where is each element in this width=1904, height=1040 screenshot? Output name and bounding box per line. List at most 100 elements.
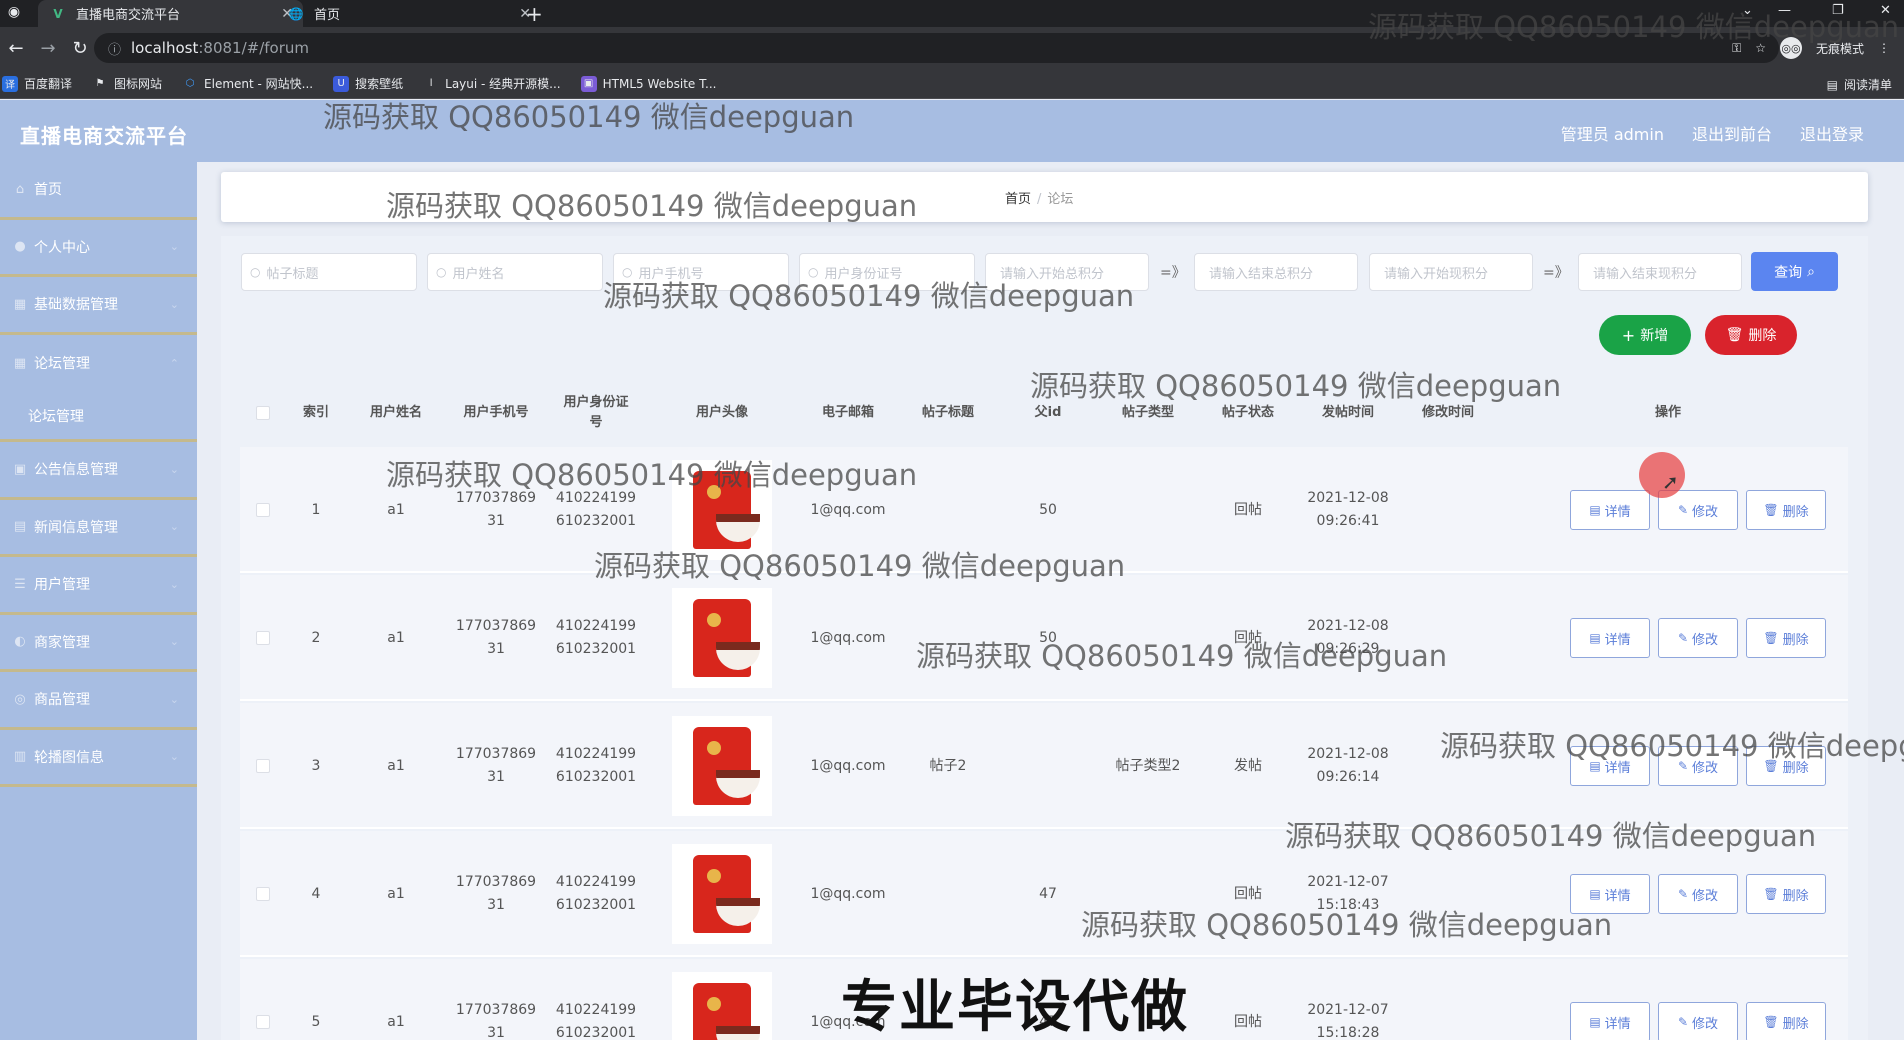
new-tab-icon[interactable]: + <box>526 2 543 26</box>
row-checkbox[interactable] <box>256 1015 270 1029</box>
tab-search-icon[interactable]: ⌄ <box>1742 3 1753 18</box>
cell-post-type <box>1098 831 1198 957</box>
more-menu-icon[interactable]: ⋮ <box>1878 41 1890 55</box>
add-button[interactable]: + 新增 <box>1599 315 1691 355</box>
row-checkbox[interactable] <box>256 631 270 645</box>
detail-button[interactable]: ▤ 详情 <box>1570 618 1650 658</box>
sidebar-item-goods[interactable]: ◎ 商品管理 ⌄ <box>0 672 197 730</box>
total-points-end-input[interactable]: 请输入结束总积分 <box>1194 253 1358 291</box>
back-to-front-link[interactable]: 退出到前台 <box>1692 121 1772 145</box>
time-line: 09:26:41 <box>1316 513 1380 529</box>
restore-icon[interactable]: ❐ <box>1832 3 1844 18</box>
cell-phone: 177037869 31 <box>446 959 546 1040</box>
delete-button[interactable]: 🗑 删除 <box>1746 874 1826 914</box>
bookmark-item[interactable]: U 搜索壁纸 <box>333 75 403 92</box>
sidebar-item-basic-data[interactable]: ▦ 基础数据管理 ⌄ <box>0 277 197 335</box>
chevron-down-icon: ⌄ <box>169 297 179 311</box>
bookmark-item[interactable]: ▣ HTML5 Website T... <box>580 75 716 92</box>
cell-name: a1 <box>387 885 405 902</box>
user-phone-search-input[interactable]: ○ 用户手机号 <box>613 253 789 291</box>
col-header: 用户身份证号 <box>563 395 629 430</box>
phone-line: 177037869 <box>455 746 537 762</box>
sidebar-item-forum[interactable]: ▦ 论坛管理 ⌃ <box>0 335 197 393</box>
add-label: 新增 <box>1640 328 1669 344</box>
phone-line: 177037869 <box>455 874 537 890</box>
cell-post-type <box>1098 575 1198 701</box>
browser-tab[interactable]: 🌐 首页 ✕ <box>276 0 541 27</box>
bookmark-item[interactable]: ⬡ Element - 网站快... <box>182 75 313 92</box>
breadcrumb-home[interactable]: 首页 <box>1005 192 1031 207</box>
delete-button[interactable]: 🗑 删除 <box>1746 1002 1826 1040</box>
sidebar-item-home[interactable]: ⌂ 首页 <box>0 162 197 220</box>
sidebar-subitem-forum[interactable]: 论坛管理 <box>0 392 197 442</box>
phone-line: 177037869 <box>455 490 537 506</box>
edit-button[interactable]: ✎ 修改 <box>1658 618 1738 658</box>
sidebar-item-label: 论坛管理 <box>34 356 90 373</box>
browser-tab-active[interactable]: V 直播电商交流平台 ✕ <box>38 0 303 27</box>
row-checkbox[interactable] <box>256 887 270 901</box>
row-checkbox[interactable] <box>256 759 270 773</box>
id-line: 410224199 <box>555 490 637 506</box>
reading-list[interactable]: ▤ 阅读清单 <box>1827 76 1892 93</box>
edit-label: 修改 <box>1692 888 1719 904</box>
current-points-start-input[interactable]: 请输入开始现积分 <box>1369 253 1533 291</box>
post-title-search-input[interactable]: ○ 帖子标题 <box>241 253 417 291</box>
bookmark-star-icon[interactable]: ☆ <box>1755 41 1766 55</box>
sidebar-item-label: 公告信息管理 <box>34 462 118 479</box>
search-icon: ○ <box>436 265 447 279</box>
trash-icon: 🗑 <box>1763 631 1779 645</box>
edit-button[interactable]: ✎ 修改 <box>1658 1002 1738 1040</box>
sidebar-item-notice[interactable]: ▣ 公告信息管理 ⌄ <box>0 442 197 500</box>
delete-button[interactable]: 🗑 删除 <box>1746 746 1826 786</box>
admin-user-link[interactable]: 管理员 admin <box>1561 121 1664 145</box>
table-row: 3 a1 177037869 31 410224199 610232001 1@qq… <box>240 703 1848 829</box>
user-id-search-input[interactable]: ○ 用户身份证号 <box>799 253 975 291</box>
edit-button[interactable]: ✎ 修改 <box>1658 746 1738 786</box>
image-icon: ▥ <box>13 749 27 765</box>
list-icon: ☰ <box>14 576 26 592</box>
avatar-image <box>672 460 772 560</box>
site-info-icon[interactable]: ⓘ <box>108 39 121 58</box>
reload-icon[interactable]: ↻ <box>64 38 96 59</box>
detail-button[interactable]: ▤ 详情 <box>1570 874 1650 914</box>
edit-icon: ✎ <box>1677 1015 1689 1029</box>
browser-menu-icon[interactable]: ◉ <box>2 4 26 20</box>
current-points-end-input[interactable]: 请输入结束现积分 <box>1578 253 1742 291</box>
edit-icon: ✎ <box>1677 887 1689 901</box>
close-window-icon[interactable]: ✕ <box>1880 3 1891 18</box>
sidebar-item-carousel[interactable]: ▥ 轮播图信息 ⌄ <box>0 730 197 787</box>
back-icon[interactable]: ← <box>0 38 32 59</box>
minimize-icon[interactable]: — <box>1778 3 1791 18</box>
bookmark-item[interactable]: 译百度翻译 <box>2 75 72 92</box>
delete-button[interactable]: 🗑 删除 <box>1746 490 1826 530</box>
total-points-start-input[interactable]: 请输入开始总积分 <box>985 253 1149 291</box>
row-checkbox[interactable] <box>256 503 270 517</box>
edit-icon: ✎ <box>1677 503 1689 517</box>
logout-link[interactable]: 退出登录 <box>1800 121 1864 145</box>
table-row: 2 a1 177037869 31 410224199 610232001 1@qq… <box>240 575 1848 701</box>
home-icon: ⌂ <box>15 181 25 197</box>
batch-delete-button[interactable]: 🗑 删除 <box>1705 315 1797 355</box>
bookmark-item[interactable]: l Layui - 经典开源模... <box>423 75 561 92</box>
detail-button[interactable]: ▤ 详情 <box>1570 490 1650 530</box>
breadcrumb-separator: / <box>1037 192 1042 207</box>
detail-button[interactable]: ▤ 详情 <box>1570 1002 1650 1040</box>
detail-button[interactable]: ▤ 详情 <box>1570 746 1650 786</box>
delete-button[interactable]: 🗑 删除 <box>1746 618 1826 658</box>
sidebar-item-users[interactable]: ☰ 用户管理 ⌄ <box>0 557 197 615</box>
edit-button[interactable]: ✎ 修改 <box>1658 874 1738 914</box>
key-icon[interactable]: ⚿ <box>1732 41 1741 56</box>
sidebar-item-merchants[interactable]: ◐ 商家管理 ⌄ <box>0 615 197 672</box>
id-line: 610232001 <box>555 1025 637 1040</box>
user-name-search-input[interactable]: ○ 用户姓名 <box>427 253 603 291</box>
address-bar[interactable]: ⓘ localhost:8081/#/forum <box>94 33 1779 63</box>
forward-icon[interactable]: → <box>32 38 64 59</box>
cell-index: 2 <box>311 629 321 646</box>
sidebar-item-profile[interactable]: ● 个人中心 ⌄ <box>0 220 197 277</box>
cell-post-status: 回帖 <box>1234 629 1262 646</box>
query-button[interactable]: 查询 ⌕ <box>1751 252 1838 291</box>
incognito-label[interactable]: 无痕模式 <box>1816 40 1864 57</box>
bookmark-item[interactable]: ⚑ 图标网站 <box>92 75 163 92</box>
sidebar-item-news[interactable]: ▤ 新闻信息管理 ⌄ <box>0 500 197 557</box>
select-all-checkbox[interactable] <box>256 406 270 420</box>
